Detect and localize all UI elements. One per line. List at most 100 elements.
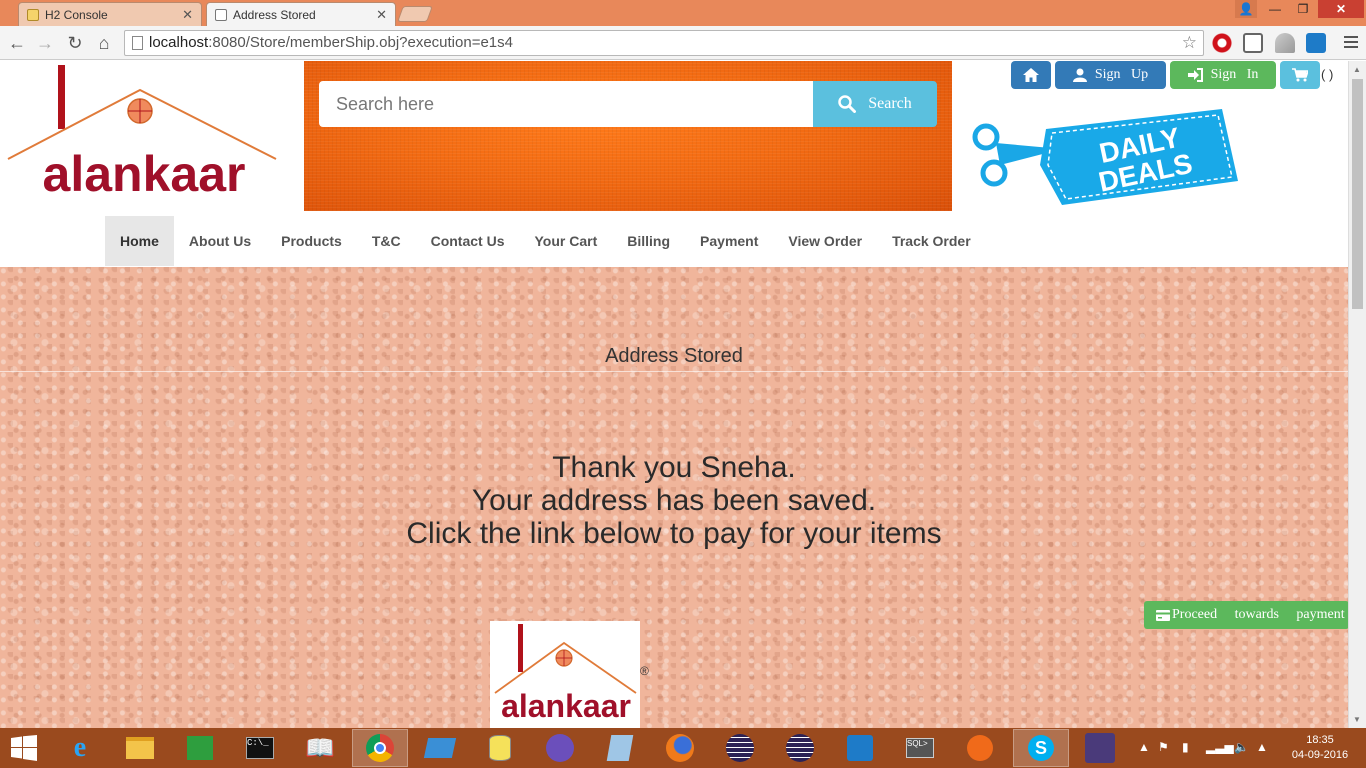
url-host: localhost	[149, 34, 209, 51]
google-drive-icon[interactable]: ▲	[1256, 740, 1268, 754]
tab-title: H2 Console	[45, 7, 108, 22]
nav-contact-us[interactable]: Contact Us	[416, 216, 520, 266]
main-nav: Home About Us Products T&C Contact Us Yo…	[105, 216, 986, 266]
user-profile-icon[interactable]: 👤	[1235, 0, 1257, 18]
scroll-up-icon[interactable]: ▲	[1353, 65, 1361, 74]
page-icon	[132, 36, 143, 50]
message-line-1: Thank you Sneha.	[552, 451, 796, 484]
user-icon	[1072, 68, 1087, 82]
log-in-icon	[1187, 68, 1203, 82]
home-button[interactable]	[1011, 61, 1051, 89]
battery-icon[interactable]: ▮	[1182, 740, 1189, 754]
bookmark-star-icon[interactable]: ☆	[1182, 31, 1197, 55]
minimize-button[interactable]: —	[1262, 0, 1288, 18]
github-icon[interactable]	[544, 732, 576, 764]
nav-home[interactable]: Home	[105, 216, 174, 266]
scroll-thumb[interactable]	[1352, 79, 1363, 309]
tab-title: Address Stored	[233, 7, 316, 22]
maximize-button[interactable]: ❐	[1290, 0, 1316, 18]
sign-up-button[interactable]: Sign Up	[1055, 61, 1166, 89]
h2-favicon-icon	[27, 8, 39, 21]
windows-start-icon[interactable]	[8, 732, 40, 764]
title-divider	[0, 371, 1348, 372]
nav-view-order[interactable]: View Order	[773, 216, 877, 266]
footer-logo: alankaar	[490, 621, 640, 728]
registered-mark: ®	[640, 664, 649, 678]
daily-deals-badge[interactable]: DAILY DEALS	[970, 109, 1242, 205]
cart-count: ( )	[1321, 67, 1334, 82]
tab-address-stored[interactable]: Address Stored ✕	[206, 2, 396, 26]
system-clock[interactable]: 18:35 04-09-2016	[1290, 733, 1350, 763]
nav-payment[interactable]: Payment	[685, 216, 773, 266]
tool-app-icon[interactable]	[964, 732, 996, 764]
close-window-button[interactable]: ✕	[1318, 0, 1364, 18]
nav-about-us[interactable]: About Us	[174, 216, 266, 266]
eclipse-ee-icon[interactable]	[784, 732, 816, 764]
scroll-down-icon[interactable]: ▼	[1353, 715, 1361, 724]
notes-app-icon[interactable]	[604, 732, 636, 764]
home-icon	[1023, 68, 1039, 82]
book-reader-icon[interactable]: 📖	[304, 732, 336, 764]
proceed-to-payment-button[interactable]: Proceed towards payment	[1144, 601, 1348, 629]
chrome-icon[interactable]	[364, 732, 396, 764]
url-path: :8080/Store/memberShip.obj?execution=e1s…	[208, 34, 513, 51]
footer-brand-text: alankaar	[501, 688, 631, 724]
nav-products[interactable]: Products	[266, 216, 357, 266]
firefox-icon[interactable]	[664, 732, 696, 764]
network-signal-icon[interactable]: ▂▃▅	[1206, 740, 1234, 754]
nav-terms[interactable]: T&C	[357, 216, 416, 266]
command-prompt-icon[interactable]: C:\_	[244, 732, 276, 764]
search-label: Search	[868, 95, 912, 112]
tab-h2-console[interactable]: H2 Console ✕	[18, 2, 202, 26]
browser-titlebar: H2 Console ✕ Address Stored ✕ 👤 — ❐ ✕	[0, 0, 1366, 26]
address-bar[interactable]: localhost:8080/Store/memberShip.obj?exec…	[124, 30, 1204, 56]
sign-in-button[interactable]: Sign In	[1170, 61, 1276, 89]
internet-explorer-icon[interactable]: e	[64, 732, 96, 764]
action-center-flag-icon[interactable]: ⚑	[1158, 740, 1169, 754]
forward-icon[interactable]: →	[34, 32, 56, 54]
sql-developer-icon[interactable]: SQL>	[904, 732, 936, 764]
windows-store-icon[interactable]	[184, 732, 216, 764]
cart-button[interactable]	[1280, 61, 1320, 89]
java-ee-ide-icon[interactable]	[1084, 732, 1116, 764]
show-hidden-icons[interactable]: ▲	[1138, 740, 1150, 754]
clock-date: 04-09-2016	[1291, 749, 1349, 761]
search-input[interactable]	[319, 81, 815, 127]
cloud-extension-icon[interactable]	[1275, 33, 1295, 53]
alankaar-logo[interactable]: alankaar	[6, 63, 282, 203]
message-line-3: Click the link below to pay for your ite…	[406, 517, 942, 550]
home-icon[interactable]: ⌂	[93, 32, 115, 54]
page-scrollbar[interactable]: ▲ ▼	[1348, 61, 1366, 728]
shield-extension-icon[interactable]	[1243, 33, 1263, 53]
content-area: Address Stored Thank you Sneha. Your add…	[0, 267, 1348, 728]
close-tab-icon[interactable]: ✕	[376, 7, 387, 23]
volume-icon[interactable]: 🔈	[1234, 740, 1249, 754]
page-favicon-icon	[215, 8, 227, 21]
close-tab-icon[interactable]: ✕	[182, 7, 193, 23]
search-button[interactable]: Search	[813, 81, 937, 127]
sign-up-label: Sign Up	[1094, 67, 1149, 82]
shopping-cart-icon	[1292, 68, 1308, 82]
remote-desktop-icon[interactable]	[423, 732, 457, 764]
skype-icon[interactable]: S	[1025, 732, 1057, 764]
ide-extension-icon[interactable]	[1306, 33, 1326, 53]
nav-your-cart[interactable]: Your Cart	[520, 216, 613, 266]
new-tab-button[interactable]	[397, 6, 433, 22]
search-icon	[838, 95, 857, 113]
opera-extension-icon[interactable]	[1212, 33, 1232, 53]
windows-taskbar: e C:\_ 📖 SQL> S ▲ ⚑ ▮ ▂▃▅ 🔈 ▲ 18:35 04-0…	[0, 728, 1366, 768]
web-page: alankaar Search Sign Up Sign In ( ) DAIL…	[0, 61, 1348, 728]
reload-icon[interactable]: ↻	[64, 32, 86, 54]
back-icon[interactable]: ←	[6, 32, 28, 54]
database-icon[interactable]	[484, 732, 516, 764]
ide-app-icon[interactable]	[844, 732, 876, 764]
eclipse-icon[interactable]	[724, 732, 756, 764]
chrome-menu-icon[interactable]	[1344, 36, 1358, 51]
clock-time: 18:35	[1306, 734, 1334, 746]
page-title: Address Stored	[605, 345, 743, 367]
brand-text: alankaar	[43, 146, 246, 202]
nav-billing[interactable]: Billing	[612, 216, 685, 266]
browser-toolbar: ← → ↻ ⌂ localhost:8080/Store/memberShip.…	[0, 26, 1366, 60]
nav-track-order[interactable]: Track Order	[877, 216, 986, 266]
file-explorer-icon[interactable]	[124, 732, 156, 764]
